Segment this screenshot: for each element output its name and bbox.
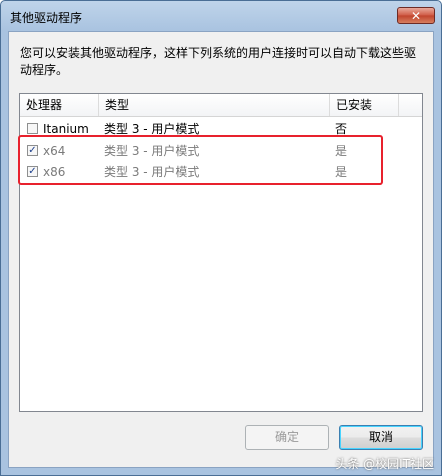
- ok-button[interactable]: 确定: [245, 425, 329, 450]
- highlight-box: [18, 135, 383, 185]
- column-header-type[interactable]: 类型: [99, 94, 329, 116]
- dialog-content: 您可以安装其他驱动程序，这样下列系统的用户连接时可以自动下载这些驱动程序。 处理…: [8, 31, 434, 468]
- cancel-button[interactable]: 取消: [339, 425, 423, 450]
- title-bar: 其他驱动程序 ✕: [1, 1, 441, 31]
- close-icon: ✕: [410, 8, 422, 23]
- list-header: 处理器 类型 已安装: [20, 94, 422, 117]
- row-checkbox[interactable]: [27, 123, 38, 134]
- column-header-installed[interactable]: 已安装: [330, 94, 400, 116]
- dialog-window: 其他驱动程序 ✕ 您可以安装其他驱动程序，这样下列系统的用户连接时可以自动下载这…: [0, 0, 442, 476]
- description-text: 您可以安装其他驱动程序，这样下列系统的用户连接时可以自动下载这些驱动程序。: [20, 46, 417, 77]
- window-title: 其他驱动程序: [10, 11, 83, 25]
- watermark: 头条 @校园IT社区: [335, 457, 434, 471]
- column-header-processor[interactable]: 处理器: [20, 94, 98, 116]
- close-button[interactable]: ✕: [397, 7, 435, 24]
- column-divider[interactable]: [398, 94, 399, 116]
